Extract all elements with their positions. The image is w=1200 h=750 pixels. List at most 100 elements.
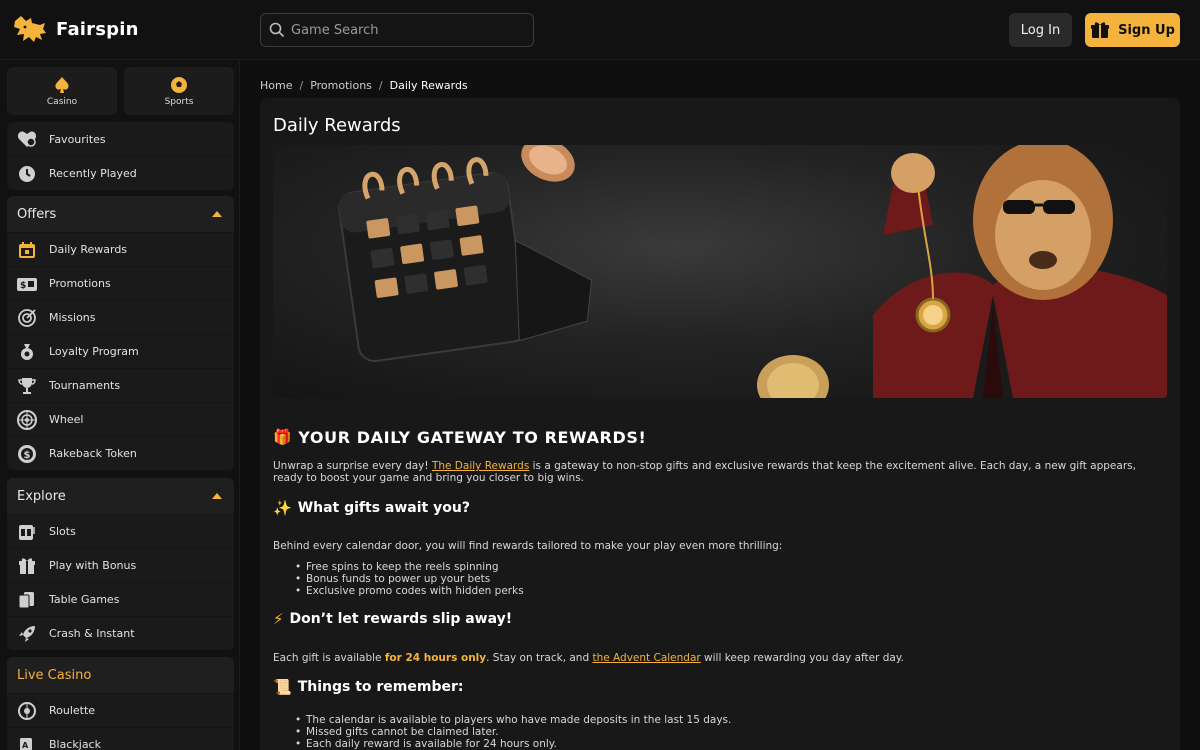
sidebar-item-label: Crash & Instant xyxy=(49,627,135,640)
brand-logo[interactable]: Fairspin xyxy=(12,13,139,45)
search-input[interactable] xyxy=(291,22,521,38)
slip-heading-text: Don’t let rewards slip away! xyxy=(289,611,513,627)
signup-button[interactable]: Sign Up xyxy=(1085,13,1180,47)
sidebar-item-label: Tournaments xyxy=(49,379,121,392)
sidebar-item-label: Table Games xyxy=(49,593,120,606)
daily-rewards-link[interactable]: The Daily Rewards xyxy=(432,460,529,472)
gifts-list: Free spins to keep the reels spinning Bo… xyxy=(273,561,524,597)
list-item: Missed gifts cannot be claimed later. xyxy=(295,726,731,738)
gift-icon xyxy=(17,556,37,576)
sidebar-item-label: Wheel xyxy=(49,413,84,426)
gateway-heading: 🎁 YOUR DAILY GATEWAY TO REWARDS! xyxy=(273,428,646,447)
top-bar: Fairspin Log In Sign Up xyxy=(0,0,1200,60)
vertical-tabs: Casino Sports xyxy=(7,67,234,115)
roulette-icon xyxy=(17,701,37,721)
sidebar-item-label: Promotions xyxy=(49,277,111,290)
banner-illustration xyxy=(338,145,1167,398)
blackjack-icon: A xyxy=(17,735,37,750)
list-item: Bonus funds to power up your bets xyxy=(295,573,524,585)
cards-icon xyxy=(17,590,37,610)
sidebar-item-crash-instant[interactable]: Crash & Instant xyxy=(7,616,234,650)
list-item: Free spins to keep the reels spinning xyxy=(295,561,524,573)
explore-group: Explore Slots Play with Bonus Table Game… xyxy=(7,478,234,650)
breadcrumb-current: Daily Rewards xyxy=(389,79,468,92)
explore-header[interactable]: Explore xyxy=(7,478,234,514)
breadcrumb-promotions[interactable]: Promotions xyxy=(310,79,372,92)
intro-text-before: Unwrap a surprise every day! xyxy=(273,460,432,472)
signup-gift-icon xyxy=(1091,22,1110,38)
breadcrumb-separator: / xyxy=(299,79,304,92)
remember-list: The calendar is available to players who… xyxy=(273,714,731,750)
offers-header[interactable]: Offers xyxy=(7,196,234,232)
sidebar-item-slots[interactable]: Slots xyxy=(7,514,234,548)
sparkles-emoji-icon: ✨ xyxy=(273,498,292,517)
sidebar-item-roulette[interactable]: Roulette xyxy=(7,693,234,727)
sidebar-item-play-with-bonus[interactable]: Play with Bonus xyxy=(7,548,234,582)
advent-calendar-link[interactable]: the Advent Calendar xyxy=(592,652,700,664)
sidebar-item-label: Blackjack xyxy=(49,738,101,750)
lion-logo-icon xyxy=(14,16,46,42)
login-button[interactable]: Log In xyxy=(1009,13,1072,47)
gifts-heading: ✨ What gifts await you? xyxy=(273,500,470,516)
svg-text:A: A xyxy=(22,741,29,750)
sidebar-item-promotions[interactable]: $ Promotions xyxy=(7,266,234,300)
tab-sports-label: Sports xyxy=(164,96,194,107)
svg-text:$: $ xyxy=(20,281,26,291)
offers-title: Offers xyxy=(17,206,57,222)
tab-casino[interactable]: Casino xyxy=(7,67,117,115)
heart-icon xyxy=(17,129,37,149)
sidebar-item-daily-rewards[interactable]: Daily Rewards xyxy=(7,232,234,266)
brand-name: Fairspin xyxy=(56,18,139,40)
sidebar: Casino Sports Favourites Recently Played xyxy=(0,60,240,750)
sidebar-item-label: Slots xyxy=(49,525,76,538)
remember-heading-text: Things to remember: xyxy=(297,679,464,695)
sidebar-item-wheel[interactable]: Wheel xyxy=(7,402,234,436)
sidebar-item-blackjack[interactable]: A Blackjack xyxy=(7,727,234,750)
ball-icon xyxy=(171,76,187,93)
sidebar-item-label: Daily Rewards xyxy=(49,243,128,256)
search-icon xyxy=(269,22,285,38)
wheel-icon xyxy=(17,409,37,430)
breadcrumb-home[interactable]: Home xyxy=(260,79,292,92)
live-casino-title: Live Casino xyxy=(17,667,92,683)
sidebar-item-loyalty-program[interactable]: Loyalty Program xyxy=(7,334,234,368)
target-icon xyxy=(17,308,37,328)
svg-text:$: $ xyxy=(24,450,31,461)
spade-icon xyxy=(55,76,69,93)
promo-banner xyxy=(273,145,1167,398)
chevron-up-icon xyxy=(212,211,222,217)
sidebar-item-recently-played[interactable]: Recently Played xyxy=(7,156,234,190)
sidebar-item-label: Loyalty Program xyxy=(49,345,139,358)
loyalty-icon xyxy=(17,342,37,362)
content-card: Daily Rewards 🎁 YOUR DAILY GATEWAY TO RE… xyxy=(260,98,1180,750)
sidebar-item-favourites[interactable]: Favourites xyxy=(7,122,234,156)
explore-title: Explore xyxy=(17,488,66,504)
history-icon xyxy=(17,164,37,184)
sidebar-item-tournaments[interactable]: Tournaments xyxy=(7,368,234,402)
sidebar-item-label: Play with Bonus xyxy=(49,559,137,572)
list-item: Exclusive promo codes with hidden perks xyxy=(295,585,524,597)
gateway-heading-text: YOUR DAILY GATEWAY TO REWARDS! xyxy=(298,428,647,447)
slip-paragraph: Each gift is available for 24 hours only… xyxy=(273,652,1167,664)
slip-text-middle: . Stay on track, and xyxy=(486,652,593,664)
gifts-intro: Behind every calendar door, you will fin… xyxy=(273,540,783,552)
sidebar-item-missions[interactable]: Missions xyxy=(7,300,234,334)
sidebar-item-table-games[interactable]: Table Games xyxy=(7,582,234,616)
game-search[interactable] xyxy=(260,13,534,47)
live-casino-header[interactable]: Live Casino xyxy=(7,657,234,693)
offers-group: Offers Daily Rewards $ Promotions Missio… xyxy=(7,196,234,470)
intro-paragraph: Unwrap a surprise every day! The Daily R… xyxy=(273,460,1167,484)
tab-sports[interactable]: Sports xyxy=(124,67,234,115)
list-item: Each daily reward is available for 24 ho… xyxy=(295,738,731,750)
lion-mascot-illustration xyxy=(873,145,1167,398)
slots-icon xyxy=(17,522,37,542)
quick-links-group: Favourites Recently Played xyxy=(7,122,234,190)
slip-text-after: will keep rewarding you day after day. xyxy=(700,652,904,664)
sidebar-item-label: Roulette xyxy=(49,704,96,717)
sidebar-item-label: Favourites xyxy=(49,132,106,146)
trophy-icon xyxy=(17,376,37,396)
calendar-gift-icon xyxy=(17,240,37,260)
sidebar-item-rakeback-token[interactable]: $ Rakeback Token xyxy=(7,436,234,470)
sidebar-item-label: Recently Played xyxy=(49,167,137,180)
rocket-icon xyxy=(17,624,37,644)
